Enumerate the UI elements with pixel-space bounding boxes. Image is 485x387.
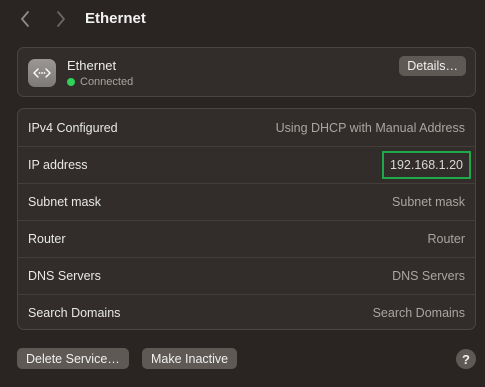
subnet-mask-field[interactable]: Subnet mask [392,195,465,209]
page-title: Ethernet [85,10,146,27]
title-bar: Ethernet [0,0,485,40]
row-label: IPv4 Configured [28,120,118,135]
row-search-domains[interactable]: Search Domains Search Domains [18,294,475,331]
help-button[interactable]: ? [456,349,476,369]
row-label: Subnet mask [28,195,101,209]
network-settings-window: Ethernet Ethernet Connected Details… IPv… [0,0,485,387]
chevron-left-icon [21,11,29,27]
dns-servers-field[interactable]: DNS Servers [392,269,465,283]
details-card: IPv4 Configured Using DHCP with Manual A… [17,108,476,330]
row-label: Router [28,232,66,246]
service-name: Ethernet [67,58,117,73]
row-ipv4-configured[interactable]: IPv4 Configured Using DHCP with Manual A… [18,109,475,146]
row-dns-servers[interactable]: DNS Servers DNS Servers [18,257,475,294]
ip-address-field[interactable]: 192.168.1.20 [382,151,471,179]
ethernet-icon [28,59,56,87]
search-domains-field[interactable]: Search Domains [373,306,465,320]
details-button[interactable]: Details… [399,56,466,76]
chevron-right-icon [57,11,65,27]
row-label: Search Domains [28,306,121,320]
make-inactive-button[interactable]: Make Inactive [142,348,238,369]
service-status: Connected [67,76,133,88]
router-field[interactable]: Router [427,232,465,246]
status-text: Connected [80,76,134,88]
row-ip-address[interactable]: IP address 192.168.1.20 [18,146,475,183]
ipv4-configured-value[interactable]: Using DHCP with Manual Address [276,121,465,135]
service-card: Ethernet Connected Details… [17,47,476,97]
delete-service-button[interactable]: Delete Service… [17,348,129,369]
forward-button[interactable] [50,8,72,30]
row-subnet-mask[interactable]: Subnet mask Subnet mask [18,183,475,220]
row-router[interactable]: Router Router [18,220,475,257]
status-dot [67,78,75,86]
row-label: IP address [28,158,88,172]
row-label: DNS Servers [28,269,101,283]
back-button[interactable] [14,8,36,30]
